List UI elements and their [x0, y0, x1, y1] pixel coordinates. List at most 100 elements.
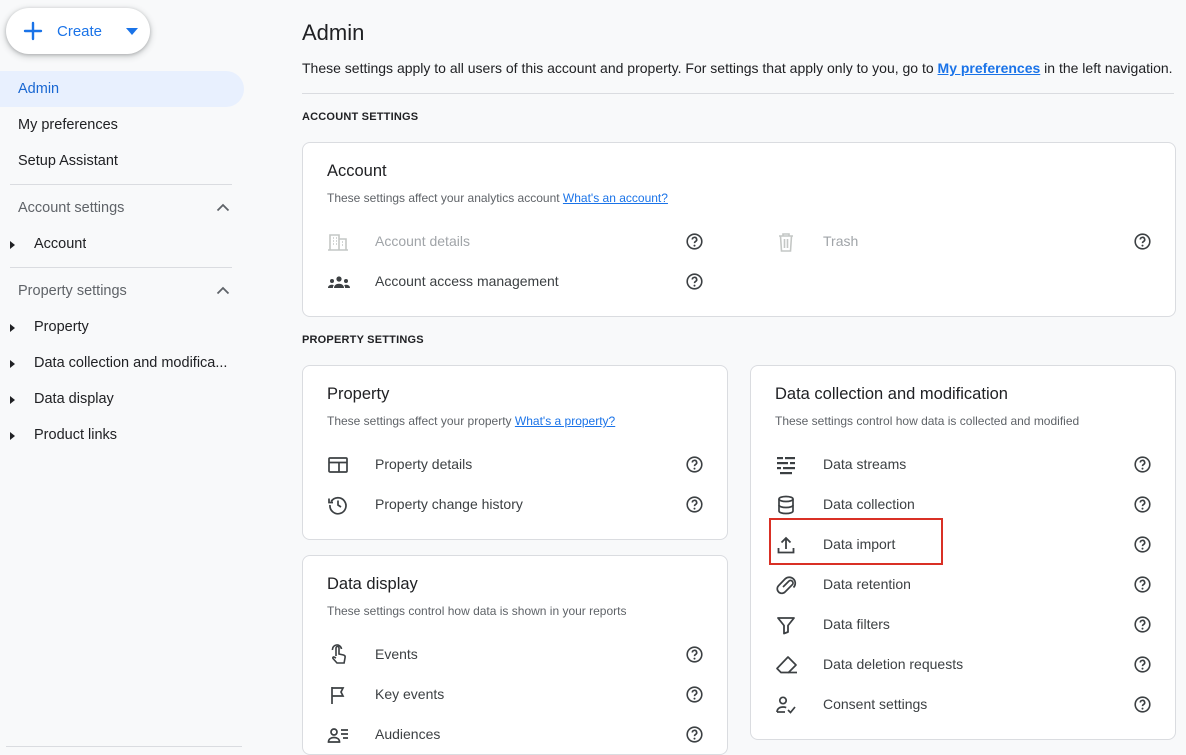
property-settings-label: PROPERTY SETTINGS: [302, 334, 424, 346]
row-label: Data collection: [823, 496, 915, 512]
database-icon: [775, 494, 797, 516]
row-label: Audiences: [375, 726, 441, 742]
row-label: Trash: [823, 233, 859, 249]
chevron-up-icon[interactable]: [216, 286, 230, 295]
card-subtitle-text: These settings affect your property: [327, 414, 512, 428]
row-label: Account access management: [375, 273, 559, 289]
caret-right-icon: [10, 432, 15, 440]
sidebar-item-label: Product links: [34, 427, 118, 443]
data-streams-row[interactable]: Data streams: [751, 448, 1171, 480]
help-icon[interactable]: [686, 456, 703, 473]
chevron-up-icon[interactable]: [216, 203, 230, 212]
whats-an-account-link[interactable]: What's an account?: [563, 191, 668, 205]
history-icon: [327, 494, 349, 516]
row-label: Account details: [375, 233, 470, 249]
help-icon[interactable]: [686, 646, 703, 663]
help-icon[interactable]: [1134, 233, 1151, 250]
help-icon[interactable]: [1134, 616, 1151, 633]
web-icon: [327, 454, 349, 476]
trash-icon: [775, 231, 797, 253]
nav-my-preferences[interactable]: My preferences: [18, 117, 118, 133]
caret-down-icon[interactable]: [126, 28, 138, 35]
help-icon[interactable]: [686, 273, 703, 290]
whats-a-property-link[interactable]: What's a property?: [515, 414, 615, 428]
card-title: Data display: [327, 575, 418, 593]
sidebar-item-data-collection[interactable]: Data collection and modifica...: [0, 352, 244, 376]
card-title: Data collection and modification: [775, 385, 1008, 403]
sidebar-item-label: Data collection and modifica...: [34, 355, 228, 371]
sidebar-bottom-divider: [6, 746, 242, 747]
sidebar-item-account[interactable]: Account: [0, 233, 244, 257]
row-label: Property change history: [375, 496, 523, 512]
property-change-history-row[interactable]: Property change history: [303, 488, 723, 520]
property-card: Property These settings affect your prop…: [302, 365, 728, 540]
account-access-management-row[interactable]: Account access management: [303, 265, 723, 297]
property-settings-heading[interactable]: Property settings: [18, 283, 127, 299]
sidebar-item-property[interactable]: Property: [0, 316, 244, 340]
help-icon[interactable]: [686, 726, 703, 743]
property-details-row[interactable]: Property details: [303, 448, 723, 480]
nav-setup-assistant[interactable]: Setup Assistant: [18, 153, 118, 169]
data-display-card: Data display These settings control how …: [302, 555, 728, 755]
plus-icon: [23, 21, 43, 41]
data-collection-card: Data collection and modification These s…: [750, 365, 1176, 740]
touch-icon: [327, 644, 349, 666]
help-icon[interactable]: [1134, 456, 1151, 473]
row-label: Data streams: [823, 456, 907, 472]
sidebar-item-label: Account: [34, 236, 87, 252]
row-label: Data filters: [823, 616, 890, 632]
data-import-row[interactable]: Data import: [751, 528, 1171, 560]
card-subtitle: These settings control how data is shown…: [327, 604, 627, 618]
data-filters-row[interactable]: Data filters: [751, 608, 1171, 640]
data-deletion-requests-row[interactable]: Data deletion requests: [751, 648, 1171, 680]
account-card: Account These settings affect your analy…: [302, 142, 1176, 317]
card-title: Property: [327, 385, 390, 403]
row-label: Data import: [823, 536, 896, 552]
caret-right-icon: [10, 396, 15, 404]
account-details-row[interactable]: Account details: [303, 225, 723, 257]
create-label: Create: [57, 23, 103, 40]
help-icon[interactable]: [1134, 536, 1151, 553]
card-subtitle: These settings control how data is colle…: [775, 414, 1080, 428]
card-subtitle: These settings affect your analytics acc…: [327, 191, 668, 205]
row-label: Data retention: [823, 576, 911, 592]
intro-prefix: These settings apply to all users of thi…: [302, 60, 934, 76]
intro-suffix: in the left navigation.: [1044, 60, 1173, 76]
help-icon[interactable]: [1134, 496, 1151, 513]
group-icon: [327, 271, 350, 293]
row-label: Property details: [375, 456, 473, 472]
help-icon[interactable]: [686, 686, 703, 703]
audience-icon: [327, 724, 349, 746]
eraser-icon: [775, 654, 797, 676]
sidebar-item-label: Property: [34, 319, 89, 335]
flag-icon: [327, 684, 349, 706]
help-icon[interactable]: [686, 496, 703, 513]
data-retention-row[interactable]: Data retention: [751, 568, 1171, 600]
intro-text: These settings apply to all users of thi…: [302, 60, 1173, 76]
my-preferences-link[interactable]: My preferences: [938, 60, 1041, 76]
help-icon[interactable]: [1134, 696, 1151, 713]
sidebar-item-product-links[interactable]: Product links: [0, 424, 244, 448]
help-icon[interactable]: [1134, 576, 1151, 593]
account-settings-heading[interactable]: Account settings: [18, 200, 124, 216]
audiences-row[interactable]: Audiences: [303, 718, 723, 750]
create-button[interactable]: Create: [6, 8, 150, 54]
caret-right-icon: [10, 360, 15, 368]
row-label: Consent settings: [823, 696, 928, 712]
consent-settings-row[interactable]: Consent settings: [751, 688, 1171, 720]
nav-admin[interactable]: Admin: [18, 81, 59, 97]
sidebar-divider: [10, 184, 232, 185]
row-label: Events: [375, 646, 418, 662]
help-icon[interactable]: [1134, 656, 1151, 673]
page-title: Admin: [302, 20, 365, 45]
account-settings-label: ACCOUNT SETTINGS: [302, 111, 419, 123]
card-subtitle-text: These settings affect your analytics acc…: [327, 191, 560, 205]
trash-row[interactable]: Trash: [751, 225, 1171, 257]
sidebar-divider: [10, 267, 232, 268]
key-events-row[interactable]: Key events: [303, 678, 723, 710]
data-collection-row[interactable]: Data collection: [751, 488, 1171, 520]
events-row[interactable]: Events: [303, 638, 723, 670]
sidebar-item-data-display[interactable]: Data display: [0, 388, 244, 412]
help-icon[interactable]: [686, 233, 703, 250]
consent-icon: [775, 694, 797, 716]
